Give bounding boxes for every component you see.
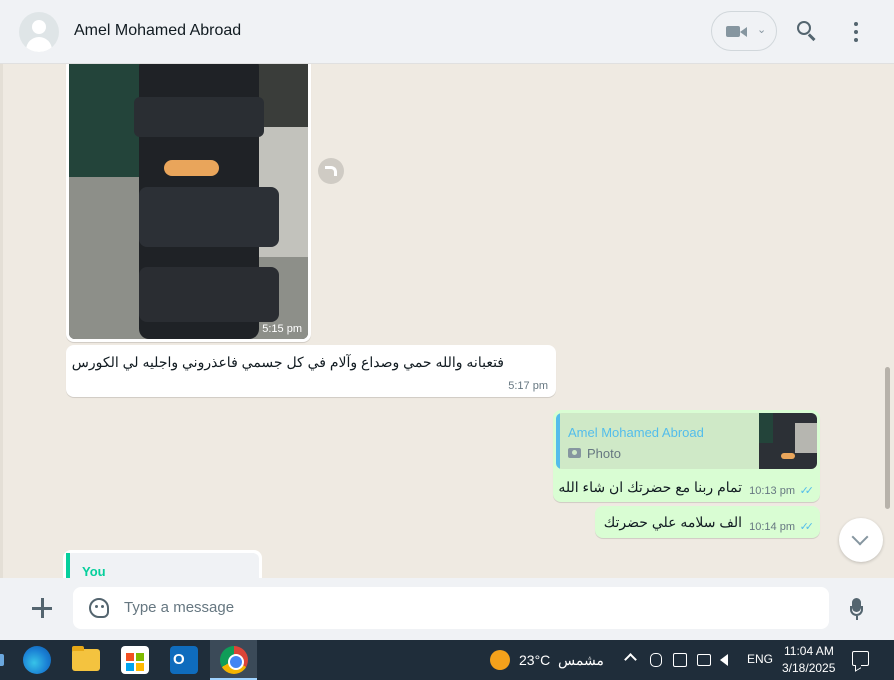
quote-bar: [66, 553, 70, 578]
search-icon-handle: [808, 33, 816, 41]
quote-bar: [556, 413, 560, 469]
notifications-icon[interactable]: [852, 651, 869, 666]
weather-temperature[interactable]: 23°C: [519, 652, 550, 668]
chevron-down-icon: ⌄: [757, 24, 767, 36]
video-camera-lens-icon: [740, 27, 747, 37]
quoted-message[interactable]: You: [66, 553, 259, 578]
file-explorer-icon[interactable]: [72, 646, 100, 671]
start-button-edge[interactable]: [0, 654, 4, 666]
edge-browser-icon[interactable]: [23, 646, 51, 674]
partial-message[interactable]: You: [63, 550, 262, 578]
message-text: تمام ربنا مع حضرتك ان شاء الله: [558, 479, 742, 495]
forward-button[interactable]: [318, 158, 344, 184]
message-text: فتعبانه والله حمي وصداع وآلام في كل جسمي…: [71, 354, 504, 370]
message-composer: Type a message: [0, 578, 894, 640]
quoted-sender: You: [82, 564, 106, 578]
message-placeholder: Type a message: [124, 599, 235, 616]
photo-strap: [139, 267, 279, 322]
photo-strap: [134, 97, 264, 137]
read-ticks-icon: ✓✓: [799, 521, 815, 533]
quoted-message[interactable]: Amel Mohamed Abroad Photo: [556, 413, 817, 469]
sticker-icon[interactable]: [89, 598, 109, 618]
thumb-orange: [781, 453, 795, 459]
message-time: 10:14 pm: [749, 521, 795, 533]
incoming-text-message[interactable]: فتعبانه والله حمي وصداع وآلام في كل جسمي…: [66, 345, 556, 397]
chat-header: Amel Mohamed Abroad ⌄: [0, 0, 894, 64]
contact-name[interactable]: Amel Mohamed Abroad: [74, 22, 241, 40]
quoted-type: Photo: [587, 446, 621, 461]
clock-time[interactable]: 11:04 AM: [784, 644, 834, 658]
dot-icon: [854, 38, 858, 42]
microphone-icon[interactable]: [850, 598, 863, 620]
video-call-button[interactable]: ⌄: [711, 11, 777, 51]
outlook-icon[interactable]: [170, 646, 198, 674]
chat-scrollbar[interactable]: [885, 367, 890, 509]
read-ticks-icon: ✓✓: [799, 485, 815, 497]
outgoing-text-message[interactable]: الف سلامه علي حضرتك 10:14 pm ✓✓: [595, 506, 820, 538]
photo-strap: [139, 187, 279, 247]
scroll-to-bottom-button[interactable]: [839, 518, 883, 562]
outgoing-reply-message[interactable]: Amel Mohamed Abroad Photo تمام ربنا مع ح…: [553, 410, 820, 502]
attach-plus-icon[interactable]: [31, 597, 53, 619]
language-indicator[interactable]: ENG: [747, 652, 773, 666]
quoted-sender: Amel Mohamed Abroad: [568, 425, 704, 440]
thumb-green: [759, 413, 773, 443]
message-text: الف سلامه علي حضرتك: [603, 514, 742, 530]
more-options-button[interactable]: [846, 20, 866, 44]
photo-image[interactable]: 5:15 pm: [69, 64, 308, 339]
chat-area[interactable]: 5:15 pm فتعبانه والله حمي وصداع وآلام في…: [0, 64, 894, 578]
microsoft-store-icon[interactable]: [121, 646, 149, 674]
avatar-body: [26, 37, 52, 52]
contact-avatar[interactable]: [19, 12, 59, 52]
avatar-head: [32, 20, 46, 34]
chevron-down-icon: [851, 528, 869, 546]
quoted-thumbnail: [759, 413, 817, 469]
photo-orange-part: [164, 160, 219, 176]
network-icon[interactable]: [697, 654, 711, 666]
clock-date[interactable]: 3/18/2025: [782, 661, 835, 675]
dot-icon: [854, 22, 858, 26]
sun-weather-icon[interactable]: [490, 650, 510, 670]
chat-left-edge: [0, 64, 3, 578]
message-input[interactable]: Type a message: [73, 587, 829, 629]
weather-description[interactable]: مشمس: [558, 652, 604, 669]
message-time: 5:15 pm: [262, 323, 302, 335]
message-time: 10:13 pm: [749, 485, 795, 497]
message-time: 5:17 pm: [508, 380, 548, 392]
mic-stand: [850, 606, 863, 616]
camera-icon: [568, 448, 581, 458]
search-button[interactable]: [793, 18, 821, 46]
volume-icon[interactable]: [720, 654, 728, 666]
dot-icon: [854, 30, 858, 34]
forward-icon: [325, 166, 337, 176]
incoming-photo-message[interactable]: 5:15 pm: [66, 64, 311, 342]
thumb-seat: [795, 423, 817, 453]
mic-leg: [855, 616, 858, 620]
tray-app-icon[interactable]: [650, 653, 662, 667]
video-camera-icon: [726, 26, 740, 37]
tray-security-icon[interactable]: [673, 653, 687, 667]
chrome-icon[interactable]: [220, 646, 248, 674]
